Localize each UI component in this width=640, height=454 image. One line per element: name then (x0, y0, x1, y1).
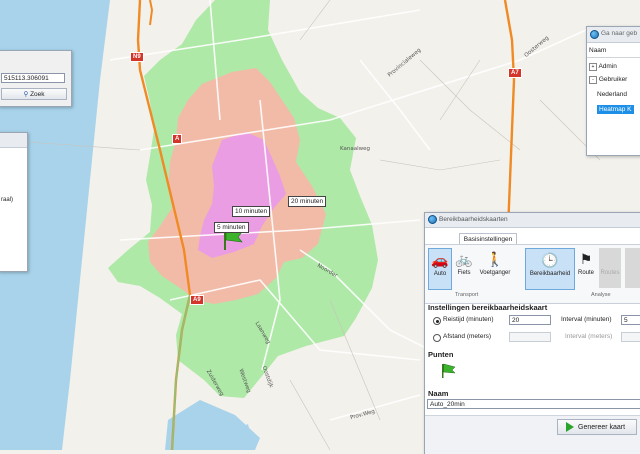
highway-north (149, 0, 154, 26)
bereikbaarheid-button[interactable]: 🕒 Bereikbaarheid (525, 248, 575, 290)
goto-tree-panel: Ga naar geb Naam + Admin - Gebruiker Ned… (586, 26, 640, 156)
clock-icon: 🕒 (541, 252, 559, 268)
tree-item-nederland[interactable]: Nederland (597, 91, 627, 98)
isochrone-label-5: 5 minuten (214, 222, 249, 233)
route-button[interactable]: ⚑ Route (575, 248, 597, 288)
app-logo-icon (428, 215, 437, 224)
app-logo-icon (590, 30, 599, 39)
afstand-label: Afstand (meters) (443, 333, 492, 340)
expand-icon[interactable]: + (589, 63, 597, 71)
afstand-radio[interactable] (433, 334, 441, 342)
binoculars-icon: ⚲ (23, 91, 29, 98)
tree-item-heatmap[interactable]: Heatmap K (597, 105, 634, 114)
left-panel-text: raal) (1, 197, 14, 203)
settings-title: Instellingen bereikbaarheidskaart (428, 303, 548, 312)
walker-icon: 🚶 (486, 251, 504, 267)
tree-item-gebruiker[interactable]: - Gebruiker (589, 76, 627, 84)
genereer-kaart-label: Genereer kaart (578, 424, 626, 431)
dialog-titlebar: Bereikbaarheidskaarten (425, 213, 640, 228)
genereer-kaart-button[interactable]: Genereer kaart (557, 419, 637, 435)
left-side-panel: raal) (0, 132, 28, 272)
route-label: Route (577, 270, 594, 276)
tree-item-label: Admin (598, 63, 617, 70)
naam-input[interactable]: Auto_20min (427, 399, 640, 409)
analyse-group-label: Analyse (591, 292, 611, 298)
play-icon (566, 422, 574, 433)
fiets-button[interactable]: 🚲 Fiets (453, 248, 475, 288)
grey-icon (599, 248, 621, 270)
place-label: Kanaalweg (340, 146, 371, 152)
interval-meters-input[interactable] (621, 332, 640, 342)
zoek-button[interactable]: ⚲ Zoek (1, 88, 67, 100)
coordinate-input[interactable]: 515113.306091 (1, 73, 65, 83)
transport-group-label: Transport (455, 292, 479, 298)
punten-title: Punten (428, 350, 454, 359)
interval-minutes-input[interactable]: 5 (621, 315, 640, 325)
road-shield-a7: A7 (508, 68, 522, 78)
afstand-input[interactable] (509, 332, 551, 342)
interval-minutes-label: Interval (minuten) (561, 316, 612, 323)
auto-label: Auto (433, 271, 447, 277)
voetganger-button[interactable]: 🚶 Voetganger (478, 248, 512, 288)
flag-point-icon[interactable] (441, 363, 457, 379)
tree-item-admin[interactable]: + Admin (589, 63, 617, 71)
road-shield-a: A (172, 134, 183, 144)
road-shield-a9: A9 (190, 295, 204, 305)
car-icon: 🚗 (431, 252, 449, 268)
naam-title: Naam (428, 389, 449, 398)
collapse-icon[interactable]: - (589, 76, 597, 84)
left-panel-titlebar (0, 133, 27, 148)
signpost-icon: ⚑ (579, 251, 593, 267)
coordinate-search-panel: 515113.306091 ⚲ Zoek (0, 50, 72, 107)
road-shield-n9: N9 (130, 52, 144, 62)
interval-meters-label: Interval (meters) (565, 333, 613, 340)
bereikbaarheid-label: Bereikbaarheid (529, 271, 571, 277)
reistijd-input[interactable]: 20 (509, 315, 551, 325)
fiets-label: Fiets (457, 270, 471, 276)
reistijd-label: Reistijd (minuten) (443, 316, 494, 323)
routes-button[interactable]: Routes (599, 248, 621, 288)
tree-panel-titlebar: Ga naar geb (587, 27, 640, 43)
bike-icon: 🚲 (455, 251, 473, 267)
reachability-dialog: Bereikbaarheidskaarten Basisinstellingen… (424, 212, 640, 454)
tree-item-label: Gebruiker (598, 76, 628, 83)
extra-ribbon-button[interactable] (625, 248, 640, 288)
voetganger-label: Voetganger (479, 270, 511, 276)
isochrone-label-10: 10 minuten (232, 206, 271, 217)
reistijd-radio[interactable] (433, 317, 441, 325)
tree-panel-title: Ga naar geb (601, 30, 638, 37)
auto-button[interactable]: 🚗 Auto (428, 248, 452, 290)
highway-a7 (503, 0, 516, 231)
ribbon: 🚗 Auto 🚲 Fiets 🚶 Voetganger Transport 🕒 … (425, 244, 640, 304)
dialog-title: Bereikbaarheidskaarten (439, 216, 508, 223)
isochrone-label-20: 20 minuten (288, 196, 327, 207)
tree-header: Naam (589, 47, 607, 54)
tree-header-divider (587, 57, 640, 58)
routes-label: Routes (600, 270, 620, 276)
zoek-label: Zoek (30, 91, 45, 98)
